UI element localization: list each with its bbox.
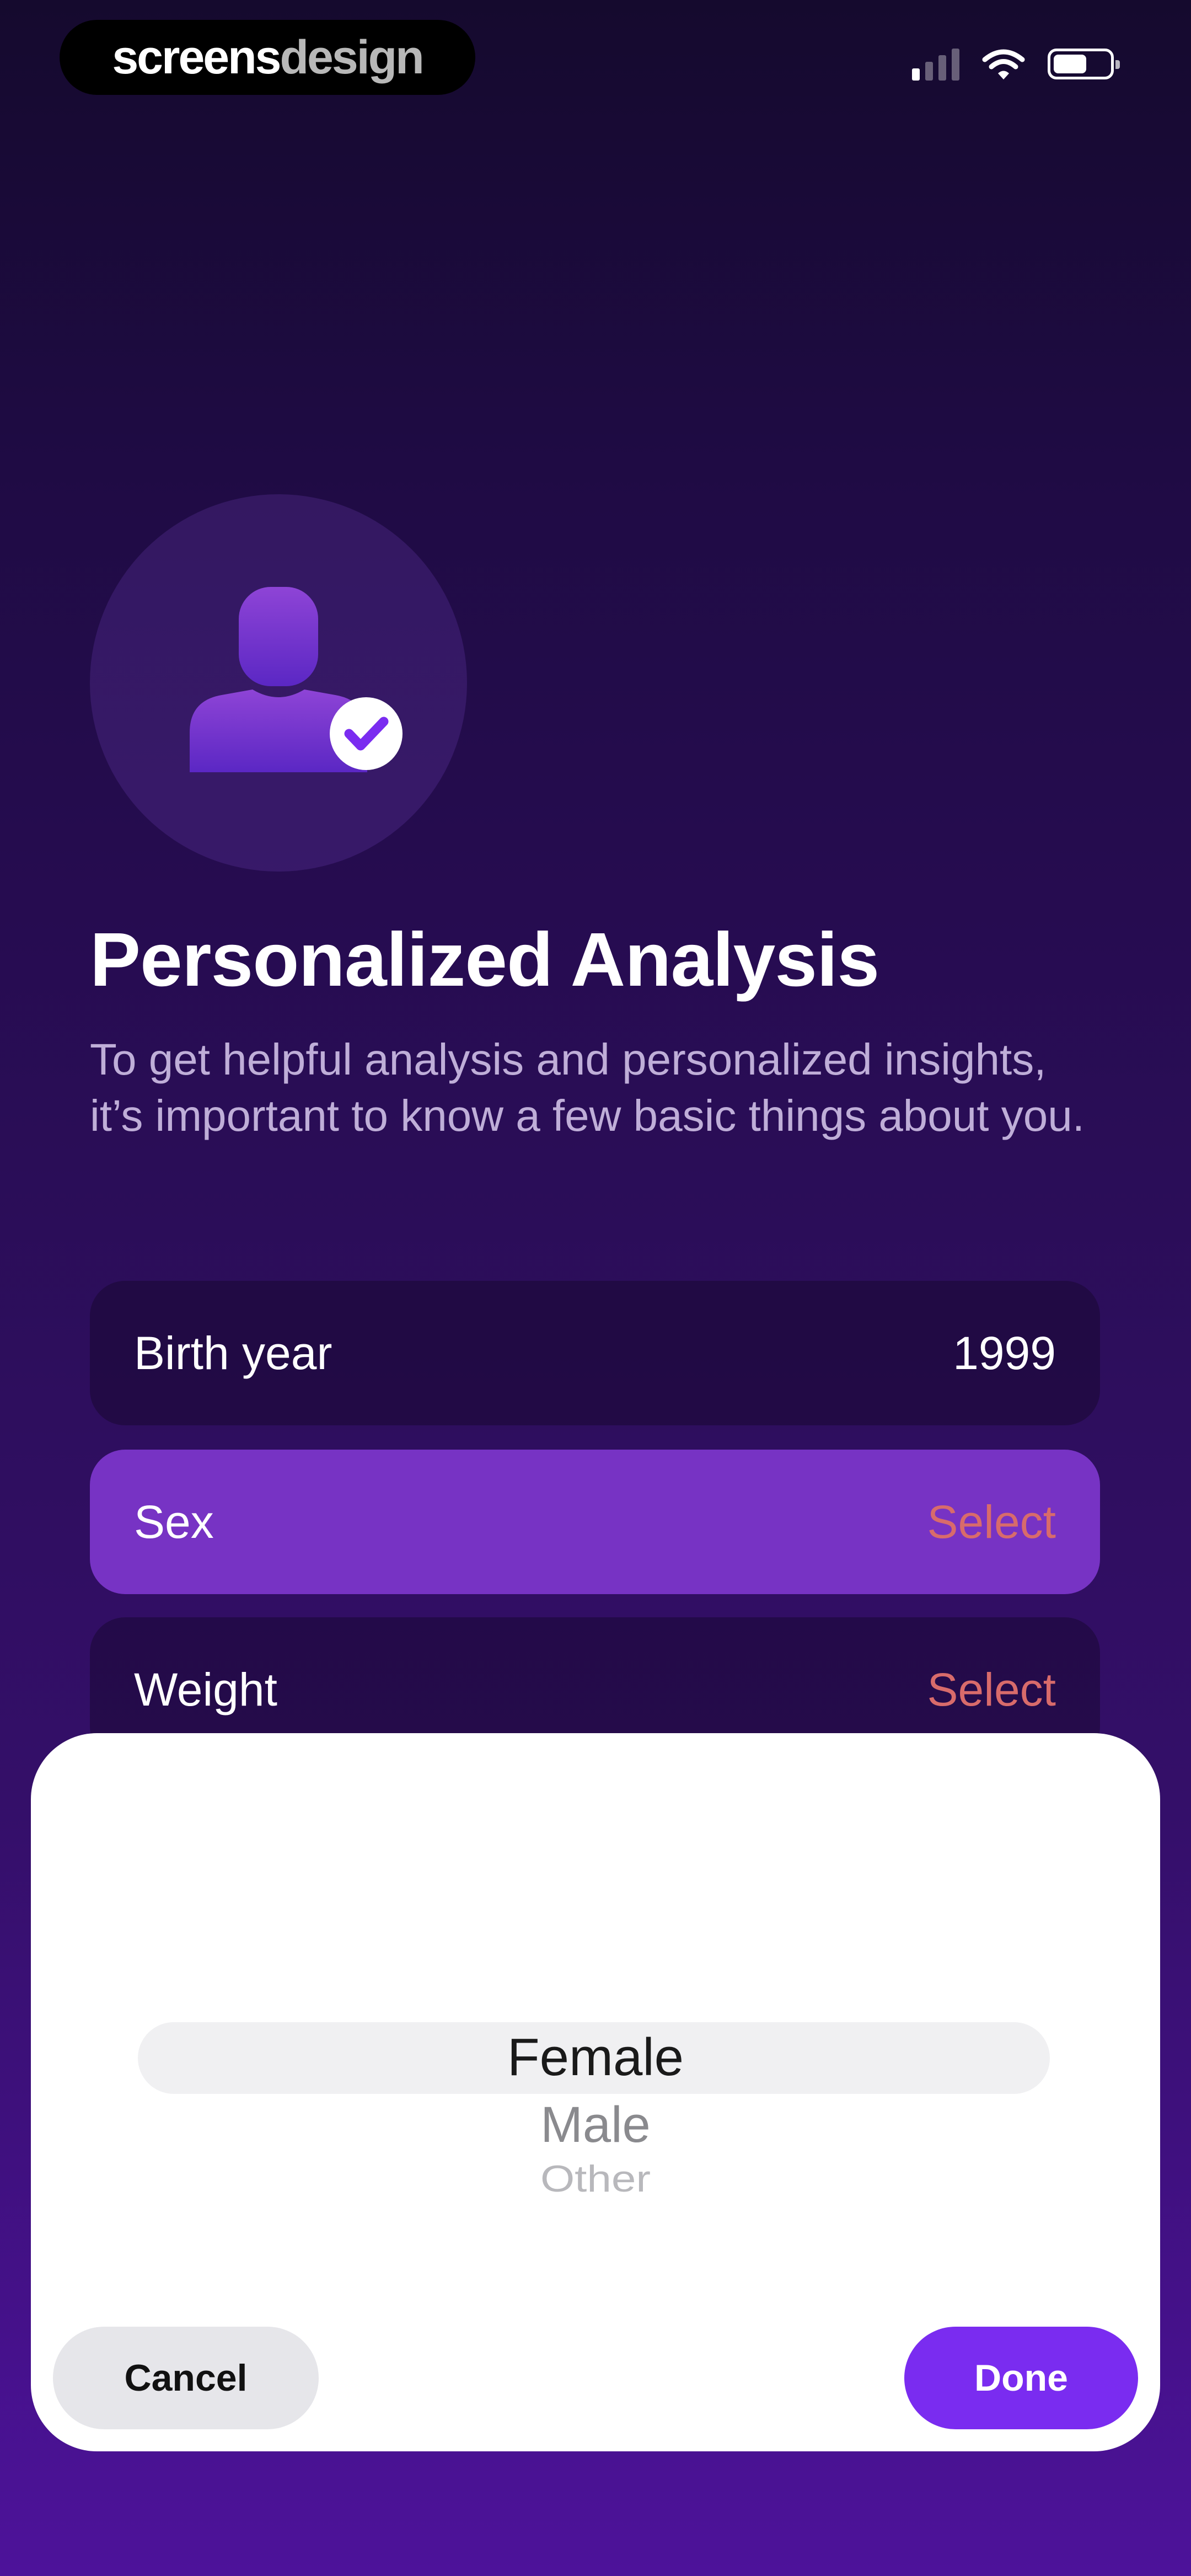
picker-option-other[interactable]: Other [31,2157,1160,2200]
weight-value: Select [927,1663,1056,1715]
birth-year-label: Birth year [134,1327,332,1379]
birth-year-field[interactable]: Birth year 1999 [90,1281,1100,1425]
page-subtitle: To get helpful analysis and personalized… [90,1035,1085,1140]
brand-text-screens: screens [112,31,281,84]
cancel-button[interactable]: Cancel [53,2327,319,2429]
done-button[interactable]: Done [904,2327,1138,2429]
sex-field[interactable]: Sex Select [90,1450,1100,1594]
battery-icon [1048,49,1120,79]
birth-year-value: 1999 [953,1327,1056,1379]
picker-option-female[interactable]: Female [31,2024,1160,2091]
verified-user-icon [190,587,403,772]
page-title: Personalized Analysis [90,917,879,1002]
brand-text-design: design [280,31,425,84]
weight-label: Weight [134,1663,277,1715]
cellular-signal-icon [912,47,959,81]
wifi-icon [982,49,1025,79]
brand-watermark: screensdesign [60,20,475,95]
onboarding-screen: screensdesign Personalized Analysis To g… [0,0,1191,2576]
sex-label: Sex [134,1495,214,1548]
picker-option-male[interactable]: Male [31,2094,1160,2155]
status-icons [912,47,1120,81]
picker-sheet: Female Male Other Cancel Done [31,1733,1160,2451]
sex-value: Select [927,1495,1056,1548]
